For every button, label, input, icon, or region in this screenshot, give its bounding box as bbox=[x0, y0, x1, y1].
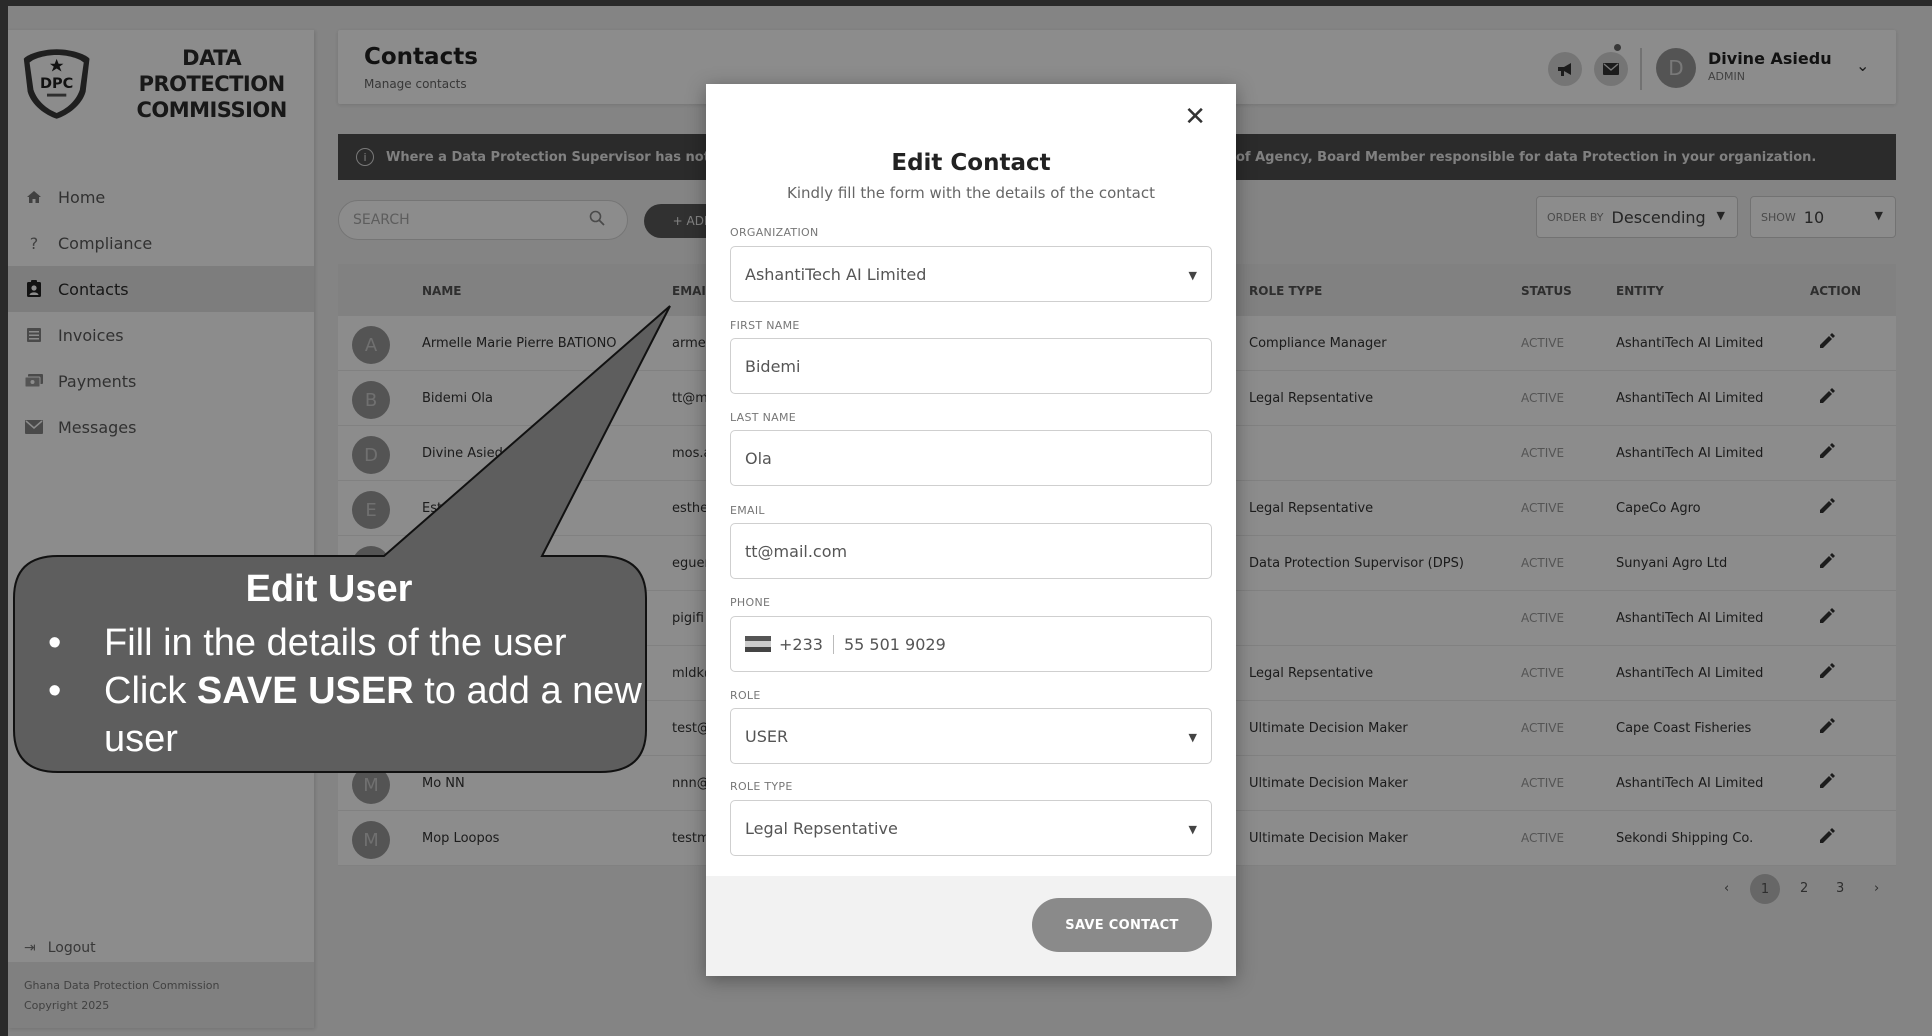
first-name-value: Bidemi bbox=[745, 356, 801, 376]
phone-field[interactable]: +233 55 501 9029 bbox=[730, 616, 1212, 672]
caret-down-icon: ▼ bbox=[1188, 731, 1197, 744]
modal-subtitle: Kindly fill the form with the details of… bbox=[787, 184, 1155, 202]
role-label: ROLE bbox=[730, 689, 761, 702]
first-name-field[interactable]: Bidemi bbox=[730, 338, 1212, 394]
modal-title: Edit Contact bbox=[891, 150, 1051, 176]
phone-value: 55 501 9029 bbox=[843, 634, 946, 654]
save-contact-button[interactable]: SAVE CONTACT bbox=[1032, 898, 1212, 952]
caret-down-icon: ▼ bbox=[1188, 823, 1197, 836]
ghana-flag-icon[interactable] bbox=[745, 636, 771, 652]
last-name-field[interactable]: Ola bbox=[730, 430, 1212, 486]
organization-value: AshantiTech AI Limited bbox=[745, 264, 927, 284]
role-type-label: ROLE TYPE bbox=[730, 780, 793, 793]
role-select[interactable]: USER ▼ bbox=[730, 708, 1212, 764]
role-type-select[interactable]: Legal Repsentative ▼ bbox=[730, 800, 1212, 856]
close-icon[interactable]: ✕ bbox=[1184, 102, 1206, 132]
role-value: USER bbox=[745, 726, 789, 746]
phone-dial-code: +233 bbox=[779, 634, 834, 654]
email-field[interactable]: tt@mail.com bbox=[730, 523, 1212, 579]
caret-down-icon: ▼ bbox=[1188, 269, 1197, 282]
email-label: EMAIL bbox=[730, 504, 765, 517]
phone-label: PHONE bbox=[730, 596, 771, 609]
last-name-value: Ola bbox=[745, 448, 772, 468]
organization-label: ORGANIZATION bbox=[730, 226, 819, 239]
role-type-value: Legal Repsentative bbox=[745, 818, 898, 838]
email-value: tt@mail.com bbox=[745, 541, 848, 561]
last-name-label: LAST NAME bbox=[730, 411, 796, 424]
modal-footer: SAVE CONTACT bbox=[706, 876, 1236, 976]
first-name-label: FIRST NAME bbox=[730, 319, 800, 332]
edit-contact-modal: ✕ Edit Contact Kindly fill the form with… bbox=[706, 84, 1236, 976]
organization-select[interactable]: AshantiTech AI Limited ▼ bbox=[730, 246, 1212, 302]
